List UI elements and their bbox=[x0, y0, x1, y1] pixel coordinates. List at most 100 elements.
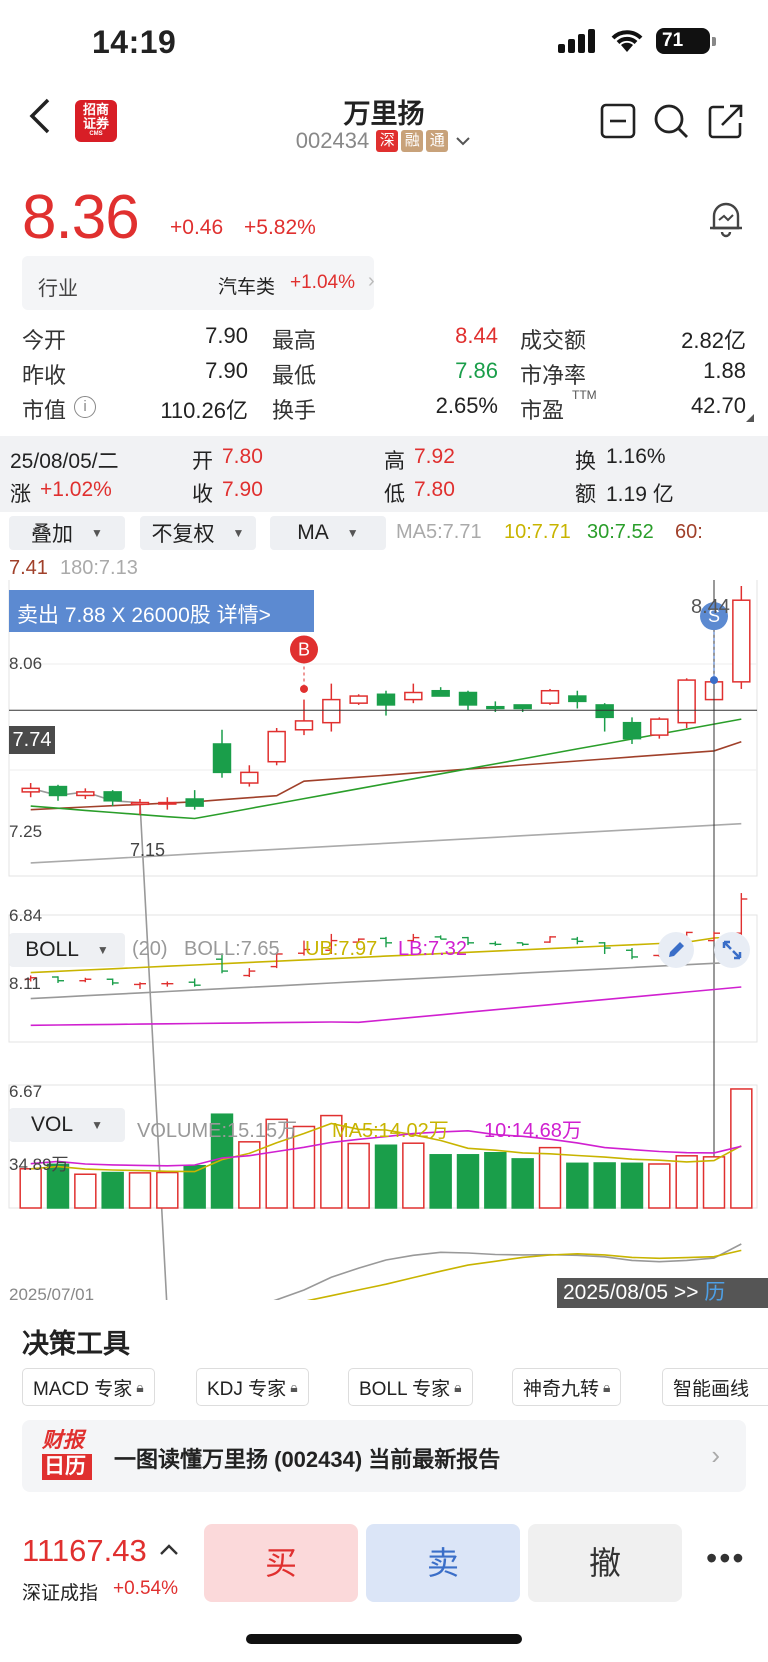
candle-body bbox=[103, 791, 122, 802]
signal-icon bbox=[558, 29, 598, 53]
candle-body bbox=[486, 705, 505, 710]
day-close-label: 收 bbox=[192, 483, 213, 506]
chevron-down-icon bbox=[456, 137, 470, 146]
industry-row[interactable]: 行业 汽车类 +1.04% › bbox=[22, 256, 375, 310]
chevron-up-icon[interactable] bbox=[158, 1542, 180, 1558]
volume-bar bbox=[456, 1154, 480, 1209]
volume-bar bbox=[566, 1162, 589, 1209]
stat-label-pb: 市净率 bbox=[520, 363, 587, 388]
fullscreen-button[interactable] bbox=[714, 932, 750, 968]
current-price: 8.36 bbox=[22, 183, 140, 252]
chip-smart-draw[interactable]: 智能画线 bbox=[662, 1368, 768, 1406]
report-banner[interactable]: 财报 日历 一图读懂万里扬 (002434) 当前最新报告 › bbox=[22, 1420, 746, 1492]
pencil-icon bbox=[669, 942, 684, 957]
date-right-label: 2025/08/05 >> bbox=[563, 1281, 699, 1304]
volume-bar bbox=[484, 1151, 507, 1209]
adjust-select[interactable]: 不复权 ▼ bbox=[140, 516, 256, 550]
stat-label-prevclose: 昨收 bbox=[22, 363, 67, 388]
volume-bar bbox=[702, 1156, 726, 1209]
stat-value-pb: 1.88 bbox=[703, 358, 746, 383]
lock-icon: 🔒︎ bbox=[136, 1378, 144, 1395]
day-open: 7.80 bbox=[222, 445, 263, 468]
lock-icon: 🔒︎ bbox=[454, 1378, 462, 1395]
candle-body bbox=[650, 718, 669, 736]
tag-shen: 深 bbox=[376, 130, 399, 152]
boll-bottom-label: 6.67 bbox=[9, 1082, 43, 1101]
day-high: 7.92 bbox=[414, 445, 455, 468]
stat-label-pe: 市盈 bbox=[520, 398, 565, 423]
cancel-button[interactable]: 撤 bbox=[528, 1524, 682, 1602]
day-amount: 1.19 亿 bbox=[606, 483, 674, 506]
caret-down-icon: ▼ bbox=[91, 526, 103, 540]
date-right-box[interactable]: 2025/08/05 >> 历 bbox=[557, 1278, 768, 1308]
volume-bar bbox=[101, 1171, 124, 1209]
caret-down-icon: ▼ bbox=[91, 1118, 103, 1132]
ma5-legend: MA5:7.71 bbox=[396, 521, 482, 543]
candle-body bbox=[622, 721, 642, 740]
chip-kdj[interactable]: KDJ 专家 🔒︎ bbox=[196, 1368, 309, 1406]
stat-value-open: 7.90 bbox=[205, 323, 248, 348]
day-open-label: 开 bbox=[192, 450, 213, 473]
chip-label: 智能画线 bbox=[673, 1378, 750, 1400]
price-change: +0.46 bbox=[170, 216, 224, 239]
stat-value-mktcap: 110.26亿 bbox=[160, 398, 248, 423]
candle-body bbox=[595, 704, 614, 719]
caret-down-icon: ▼ bbox=[346, 526, 359, 540]
candle-body bbox=[677, 679, 696, 724]
volume-bar bbox=[648, 1163, 671, 1209]
chip-label: MACD 专家 bbox=[33, 1378, 133, 1400]
sell-button[interactable]: 卖 bbox=[366, 1524, 520, 1602]
candle-body bbox=[431, 689, 450, 697]
boll-mid-legend: BOLL:7.65 bbox=[184, 938, 280, 960]
expand-corner-icon[interactable] bbox=[746, 414, 754, 422]
stat-label-high: 最高 bbox=[272, 328, 317, 353]
adjust-select-label: 不复权 bbox=[151, 523, 215, 546]
day-close: 7.90 bbox=[222, 478, 263, 501]
boll-select-label: BOLL bbox=[25, 938, 79, 961]
index-value[interactable]: 11167.43 bbox=[22, 1533, 147, 1569]
stat-value-turnover: 2.65% bbox=[435, 393, 498, 418]
volume-bar bbox=[620, 1162, 644, 1209]
home-indicator bbox=[246, 1634, 522, 1644]
wifi-icon bbox=[611, 30, 643, 52]
vol-select-label: VOL bbox=[31, 1113, 74, 1136]
search-icon[interactable] bbox=[653, 103, 689, 139]
tools-title: 决策工具 bbox=[22, 1329, 130, 1359]
minimize-icon[interactable] bbox=[600, 103, 636, 139]
status-icons: 71 bbox=[558, 28, 716, 54]
share-icon[interactable] bbox=[708, 103, 744, 139]
edit-button[interactable] bbox=[658, 932, 694, 968]
overlay-select[interactable]: 叠加 ▼ bbox=[9, 516, 125, 550]
day-turnover: 1.16% bbox=[606, 445, 666, 468]
stat-value-pe: 42.70 bbox=[690, 393, 746, 418]
volume-ma5: MA5:14.02万 bbox=[332, 1120, 449, 1142]
volume-bar bbox=[128, 1172, 152, 1209]
info-icon[interactable]: i bbox=[74, 396, 96, 418]
candle-body bbox=[404, 691, 423, 701]
vol-select[interactable]: VOL ▼ bbox=[9, 1108, 125, 1142]
boll-select[interactable]: BOLL ▼ bbox=[9, 933, 125, 967]
more-button[interactable]: ••• bbox=[706, 1540, 746, 1577]
lock-icon: 🔒︎ bbox=[603, 1378, 611, 1395]
candle-body bbox=[732, 599, 751, 683]
index-pct: +0.54% bbox=[113, 1578, 178, 1599]
battery-indicator: 71 bbox=[656, 28, 716, 54]
candle-body bbox=[540, 689, 560, 704]
chip-td9[interactable]: 神奇九转 🔒︎ bbox=[512, 1368, 622, 1406]
chip-boll[interactable]: BOLL 专家 🔒︎ bbox=[348, 1368, 473, 1406]
day-rise: +1.02% bbox=[40, 478, 112, 501]
stat-label-amount: 成交额 bbox=[520, 328, 587, 353]
chip-macd[interactable]: MACD 专家 🔒︎ bbox=[22, 1368, 155, 1406]
buy-button[interactable]: 买 bbox=[204, 1524, 358, 1602]
ttm-sup: TTM bbox=[572, 388, 597, 402]
trade-banner[interactable]: 卖出 7.88 X 26000股 详情> bbox=[9, 590, 314, 632]
ma180-legend: 180:7.13 bbox=[60, 557, 138, 579]
candle-body bbox=[568, 695, 587, 703]
indicator-select[interactable]: MA ▼ bbox=[270, 516, 386, 550]
volume-bar bbox=[538, 1146, 562, 1209]
candle-body bbox=[376, 693, 396, 706]
candle-body bbox=[48, 785, 68, 797]
chip-label: KDJ 专家 bbox=[207, 1378, 287, 1400]
candle-body bbox=[322, 698, 341, 724]
alert-bell-icon[interactable] bbox=[706, 198, 746, 238]
